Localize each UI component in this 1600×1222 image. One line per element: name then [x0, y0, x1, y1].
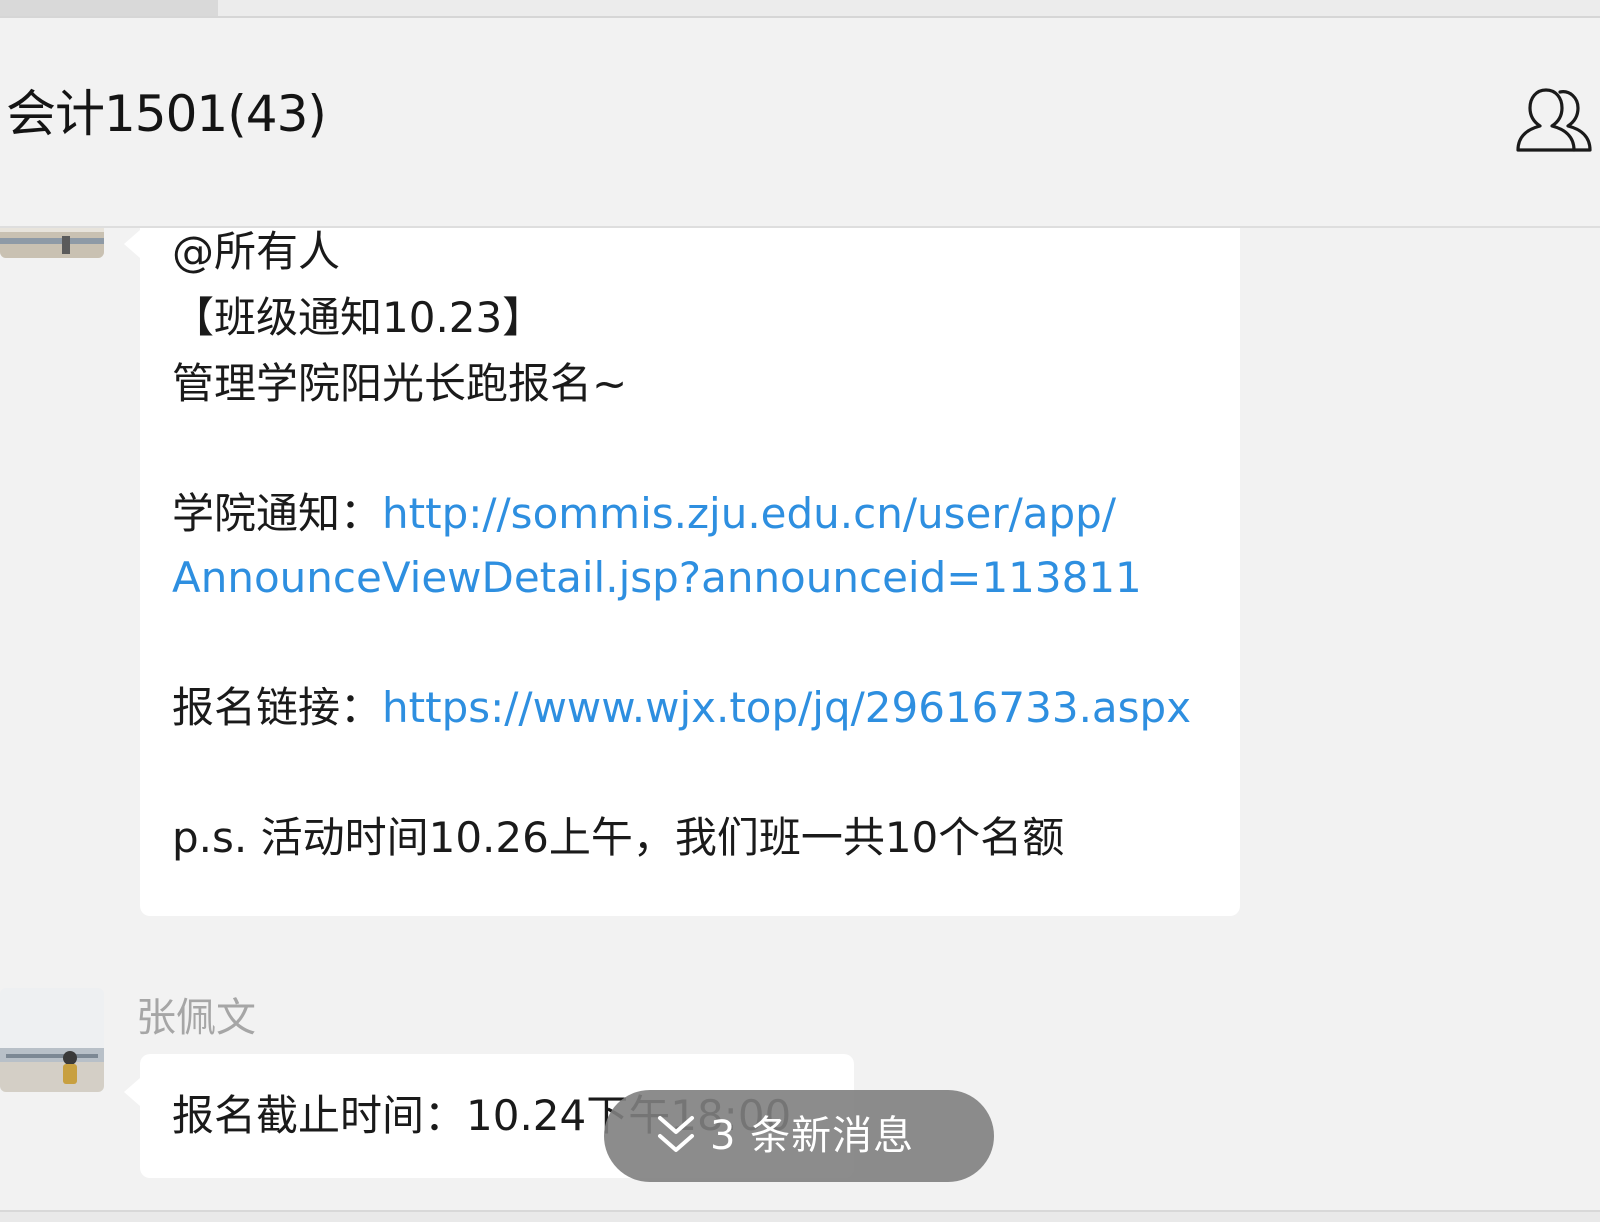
message-text: 管理学院阳光长跑报名~: [172, 359, 628, 408]
sender-avatar[interactable]: [0, 228, 104, 258]
chat-header: 会计1501(43): [0, 18, 1600, 228]
sender-name: 张佩文: [136, 995, 256, 1041]
message-text: 【班级通知10.23】: [172, 293, 545, 342]
message-link[interactable]: AnnounceViewDetail.jsp?announceid=113811: [172, 553, 1142, 602]
composer-divider: [0, 1210, 1600, 1222]
message-text: 报名链接：: [172, 683, 383, 732]
message-text: p.s. 活动时间10.26上午，我们班一共10个名额: [172, 813, 1065, 862]
message-bubble[interactable]: @所有人 【班级通知10.23】 管理学院阳光长跑报名~ 学院通知：http:/…: [124, 228, 1240, 916]
sender-avatar[interactable]: [0, 988, 104, 1092]
message-line: 报名链接：https://www.wjx.top/jq/29616733.asp…: [172, 680, 1191, 736]
new-messages-label: 3 条新消息: [710, 1113, 915, 1159]
window-top-strip: [0, 0, 1600, 18]
message-link[interactable]: http://sommis.zju.edu.cn/user/app/: [382, 489, 1116, 538]
message-link[interactable]: https://www.wjx.top/jq/29616733.aspx: [382, 683, 1191, 732]
double-chevron-down-icon: [658, 1116, 694, 1152]
group-members-icon[interactable]: [1516, 86, 1600, 158]
new-messages-button[interactable]: 3 条新消息: [604, 1090, 994, 1182]
message-line: 学院通知：http://sommis.zju.edu.cn/user/app/: [172, 486, 1116, 542]
message-line: AnnounceViewDetail.jsp?announceid=113811: [172, 550, 1142, 606]
message-text: @所有人: [172, 228, 341, 276]
window-tab[interactable]: [0, 0, 218, 16]
message-list[interactable]: @所有人 【班级通知10.23】 管理学院阳光长跑报名~ 学院通知：http:/…: [0, 228, 1600, 1210]
message-text: 学院通知：: [172, 489, 383, 538]
chat-title: 会计1501(43): [6, 85, 327, 143]
